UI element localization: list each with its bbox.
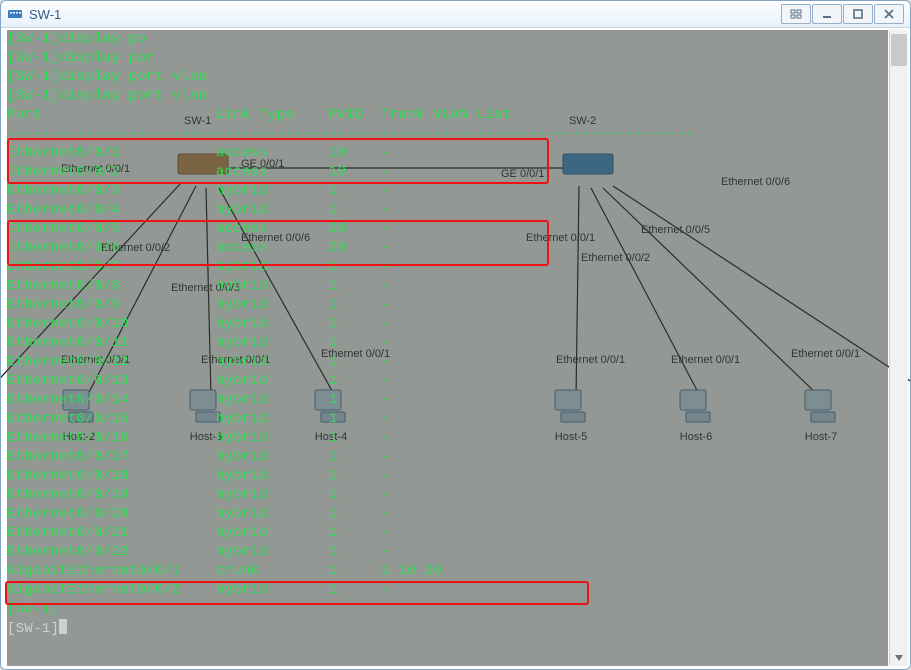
settings-button[interactable]	[781, 4, 811, 24]
titlebar[interactable]: SW-1	[1, 1, 910, 28]
switch-icon	[7, 6, 23, 22]
window-title: SW-1	[29, 7, 61, 22]
scroll-down-icon[interactable]	[890, 650, 908, 666]
minimize-button[interactable]	[812, 4, 842, 24]
scrollbar[interactable]	[889, 30, 908, 666]
close-button[interactable]	[874, 4, 904, 24]
terminal-output[interactable]: [SW-1]display po[SW-1]display por[SW-1]d…	[7, 30, 888, 666]
client-area: SW-1 SW-2 Host-2 Host-3 Host-4 Host-5	[1, 28, 910, 670]
window: SW-1	[0, 0, 911, 670]
scroll-thumb[interactable]	[891, 34, 907, 66]
maximize-button[interactable]	[843, 4, 873, 24]
